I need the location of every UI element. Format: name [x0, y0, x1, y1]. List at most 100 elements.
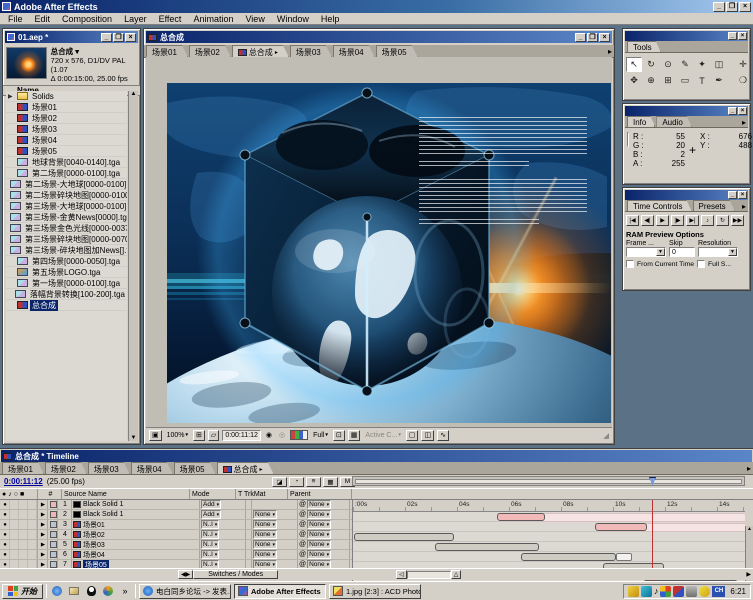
project-item[interactable]: 第三场景-金黄News[0000].tga — [6, 212, 127, 223]
tool-button[interactable]: ✥ — [626, 73, 642, 88]
restore-button[interactable]: ❐ — [726, 2, 738, 12]
parent-select[interactable]: None▾ — [307, 510, 331, 519]
parent-select[interactable]: None▾ — [307, 500, 331, 509]
minimize-button[interactable]: _ — [101, 33, 112, 42]
parent-select[interactable]: None▾ — [307, 520, 331, 529]
tray-icon[interactable] — [641, 586, 652, 597]
comp-tab[interactable]: 场景05 — [376, 45, 418, 57]
layer-expander-icon[interactable]: ▶ — [38, 500, 48, 509]
last-frame-button[interactable]: ▶| — [686, 215, 699, 226]
show-snapshot-button[interactable]: ◎ — [277, 430, 287, 441]
taskbar-task[interactable]: 1.jpg [2:3] : ACD Photo E... — [329, 584, 421, 599]
minimize-button[interactable]: _ — [575, 33, 586, 42]
comp-tab[interactable]: 场景01 — [146, 45, 188, 57]
av-cell[interactable] — [10, 500, 19, 509]
trkmat-select[interactable]: None▾ — [253, 550, 277, 559]
roi-button[interactable]: ⊡ — [333, 430, 345, 441]
frame-rate-select[interactable]: ▼ — [626, 247, 666, 257]
menu-item-file[interactable]: File — [2, 14, 29, 24]
parent-header[interactable]: Parent — [288, 489, 352, 499]
av-cell[interactable] — [28, 540, 37, 549]
layer-duration-bar[interactable] — [497, 513, 545, 521]
minimize-button[interactable]: _ — [713, 2, 725, 12]
minimize-button[interactable]: _ — [728, 32, 737, 40]
snapshot-button[interactable]: ◉ — [264, 430, 274, 441]
eye-icon[interactable]: ● — [1, 510, 10, 519]
timeline-layer-row[interactable]: ●▶4场景02N..l▾None▾@None▾ — [0, 530, 352, 540]
expand-button[interactable]: ▣ — [149, 430, 162, 441]
mode-select[interactable]: N..l▾ — [201, 540, 219, 549]
play-button[interactable]: ▶ — [656, 215, 669, 226]
layer-color-chip-cell[interactable] — [48, 550, 58, 559]
tool-button[interactable]: ✛ — [735, 57, 751, 72]
from-current-time-checkbox[interactable] — [626, 260, 634, 268]
panel-menu-icon[interactable]: ▸ — [742, 202, 748, 211]
layer-duration-bar[interactable] — [354, 533, 454, 541]
tray-printer-icon[interactable] — [686, 586, 697, 597]
switches-modes-button[interactable]: Switches / Modes — [193, 570, 278, 579]
mode-select[interactable]: Add▾ — [201, 510, 221, 519]
layer-name-cell[interactable]: 场景04 — [72, 550, 200, 559]
tool-button[interactable]: ↻ — [643, 57, 659, 72]
project-item[interactable]: 场景05 — [6, 146, 127, 157]
next-frame-button[interactable]: |▶ — [671, 215, 684, 226]
tray-icon[interactable] — [660, 586, 671, 597]
mode-select[interactable]: N..l▾ — [201, 520, 219, 529]
comp-name[interactable]: 总合成 ▾ — [51, 47, 137, 56]
tools-titlebar[interactable]: _ × — [625, 31, 748, 41]
tab-overflow-icon[interactable]: ▸ — [747, 464, 751, 473]
layer-duration-bar[interactable] — [521, 553, 616, 561]
layer-color-chip[interactable] — [50, 561, 57, 568]
tool-button[interactable]: ⊕ — [643, 73, 659, 88]
av-cell[interactable] — [28, 500, 37, 509]
project-item[interactable]: 第五场景LOGO.tga — [6, 267, 127, 278]
comp-tab[interactable]: 场景02 — [189, 45, 231, 57]
menu-item-view[interactable]: View — [239, 14, 270, 24]
parent-select[interactable]: None▾ — [307, 550, 331, 559]
layer-color-chip-cell[interactable] — [48, 510, 58, 519]
layer-color-chip-cell[interactable] — [48, 500, 58, 509]
project-item[interactable]: 第二场景-大地球[0000-0100].tga — [6, 179, 127, 190]
mode-select[interactable]: Add▾ — [201, 500, 221, 509]
quicklaunch-media-icon[interactable] — [101, 585, 115, 598]
info-titlebar[interactable]: _ × — [625, 106, 748, 116]
pickwhip-icon[interactable]: @ — [299, 541, 306, 548]
tool-button[interactable]: ❍ — [735, 73, 751, 88]
timeline-tab[interactable]: 总合成▸ — [217, 462, 274, 474]
skip-input[interactable]: 0 — [669, 247, 695, 257]
quicklaunch-overflow[interactable]: » — [118, 585, 132, 598]
draft3d-button[interactable]: ◔ — [289, 477, 304, 487]
av-cell[interactable] — [28, 520, 37, 529]
layer-color-chip-cell[interactable] — [48, 540, 58, 549]
project-item[interactable]: 第二场景[0000-0100].tga — [6, 168, 127, 179]
eye-icon[interactable]: ● — [1, 520, 10, 529]
menu-item-effect[interactable]: Effect — [153, 14, 188, 24]
timeline-tab[interactable]: 场景02 — [45, 462, 87, 474]
tray-icon[interactable] — [699, 586, 710, 597]
camera-select[interactable]: Active C... ▾ — [363, 430, 402, 441]
start-button[interactable]: 开始 — [2, 584, 43, 599]
menu-item-animation[interactable]: Animation — [187, 14, 239, 24]
project-item[interactable]: 场景03 — [6, 124, 127, 135]
safe-zones-button[interactable]: ⊞ — [193, 430, 205, 441]
tool-button[interactable]: ◫ — [711, 57, 727, 72]
close-button[interactable]: × — [738, 32, 747, 40]
eye-icon[interactable]: ● — [1, 530, 10, 539]
restore-button[interactable]: ❐ — [587, 33, 598, 42]
view-layout-button[interactable]: ▢ — [406, 430, 419, 441]
av-cell[interactable] — [28, 530, 37, 539]
layer-duration-bar[interactable] — [435, 543, 539, 551]
tool-button[interactable]: ✒ — [711, 73, 727, 88]
mode-select[interactable]: N..l▾ — [201, 530, 219, 539]
fast-preview-button[interactable]: ∿ — [437, 430, 449, 441]
timeline-titlebar[interactable]: 总合成 * Timeline — [1, 450, 752, 462]
composition-viewer[interactable] — [146, 57, 612, 427]
close-button[interactable]: × — [738, 107, 747, 115]
layer-color-chip-cell[interactable] — [48, 520, 58, 529]
project-item[interactable]: 第四场景[0000-0050].tga — [6, 256, 127, 267]
av-cell[interactable] — [19, 530, 28, 539]
av-cell[interactable] — [19, 500, 28, 509]
language-indicator[interactable]: CH — [712, 586, 725, 597]
ram-preview-button[interactable]: ▶▶ — [731, 215, 744, 226]
time-ruler[interactable]: :00s02s04s06s08s10s12s14s — [353, 500, 745, 512]
